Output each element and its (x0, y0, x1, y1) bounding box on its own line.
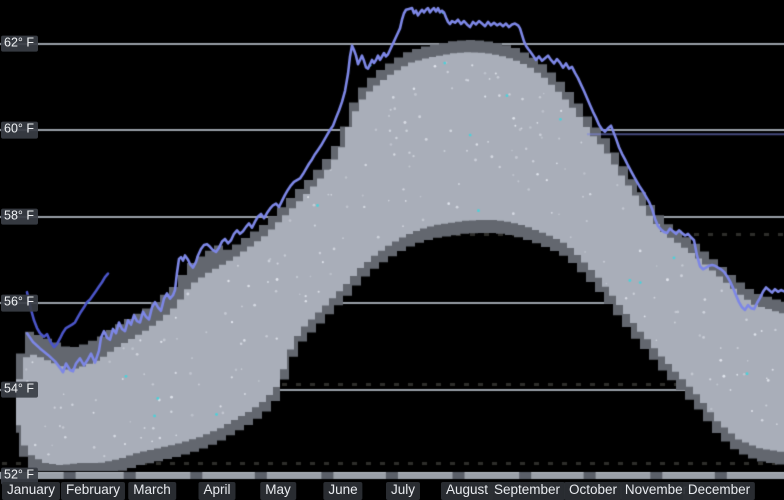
y-axis-label: 58° F (1, 208, 39, 225)
y-axis-label: 54° F (1, 381, 39, 398)
month-label: July (385, 482, 421, 500)
month-label: February (60, 482, 126, 500)
month-label: October (563, 482, 623, 500)
month-label: January (1, 482, 61, 500)
month-label: April (198, 482, 236, 500)
month-label: September (488, 482, 566, 500)
month-label: August (440, 482, 494, 500)
y-axis-label: 62° F (1, 35, 39, 52)
month-label: May (260, 482, 296, 500)
month-label: November (619, 482, 693, 500)
temperature-chart: 62° F 60° F 58° F 56° F 54° F 52° F January Feb… (0, 0, 784, 500)
month-label: December (682, 482, 756, 500)
chart-canvas[interactable] (0, 0, 784, 500)
month-label: June (323, 482, 363, 500)
y-axis-label: 56° F (1, 294, 39, 312)
month-label: March (128, 482, 176, 500)
y-axis-label: 60° F (1, 121, 39, 139)
